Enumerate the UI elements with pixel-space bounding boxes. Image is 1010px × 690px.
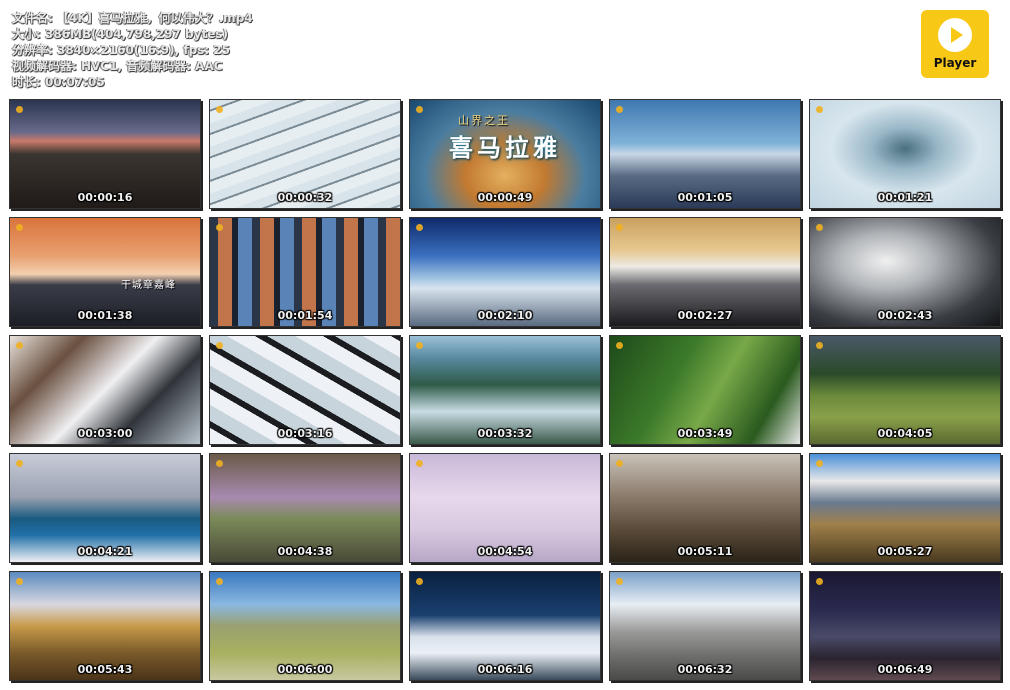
watermark-icon [216, 106, 223, 113]
video-thumbnail[interactable]: 00:02:10 [409, 217, 601, 327]
thumbnail-subtitle: 山界之王 [458, 114, 510, 127]
thumbnail-title: 喜马拉雅 [449, 133, 561, 162]
video-thumbnail[interactable]: 00:01:05 [609, 99, 801, 209]
watermark-icon [616, 106, 623, 113]
filename-text: 文件名: 【4K】喜马拉雅，何以伟大？.mp4 [12, 11, 253, 25]
timestamp-label: 00:00:32 [277, 191, 333, 204]
watermark-icon [616, 224, 623, 231]
watermark-icon [616, 460, 623, 467]
video-thumbnail[interactable]: 00:05:43 [9, 571, 201, 681]
watermark-icon [16, 460, 23, 467]
timestamp-label: 00:03:00 [77, 427, 133, 440]
watermark-icon [16, 578, 23, 585]
video-thumbnail[interactable]: 00:04:54 [409, 453, 601, 563]
video-thumbnail[interactable]: 00:03:16 [209, 335, 401, 445]
timestamp-label: 00:03:32 [477, 427, 533, 440]
video-thumbnail[interactable]: 00:02:43 [809, 217, 1001, 327]
timestamp-label: 00:06:16 [477, 663, 533, 676]
timestamp-label: 00:02:43 [877, 309, 933, 322]
timestamp-label: 00:01:38 [77, 309, 133, 322]
timestamp-label: 00:00:16 [77, 191, 133, 204]
video-thumbnail[interactable]: 00:06:00 [209, 571, 401, 681]
video-thumbnail[interactable]: 00:05:11 [609, 453, 801, 563]
video-thumbnail[interactable]: 00:04:38 [209, 453, 401, 563]
watermark-icon [16, 224, 23, 231]
timestamp-label: 00:04:05 [877, 427, 933, 440]
timestamp-label: 00:02:10 [477, 309, 533, 322]
thumbnail-caption: 干城章嘉峰 [121, 280, 176, 291]
video-thumbnail[interactable]: 00:04:05 [809, 335, 1001, 445]
watermark-icon [416, 578, 423, 585]
watermark-icon [816, 578, 823, 585]
watermark-icon [216, 578, 223, 585]
watermark-icon [816, 342, 823, 349]
video-thumbnail[interactable]: 山界之王喜马拉雅 00:00:49 [409, 99, 601, 209]
watermark-icon [216, 460, 223, 467]
timestamp-label: 00:06:49 [877, 663, 933, 676]
timestamp-label: 00:04:38 [277, 545, 333, 558]
play-icon [938, 18, 972, 52]
watermark-icon [816, 106, 823, 113]
timestamp-label: 00:01:21 [877, 191, 933, 204]
thumbnail-grid: 00:00:16 00:00:32 山界之王喜马拉雅 00:00:49 00:01:05… [9, 99, 1001, 681]
watermark-icon [616, 578, 623, 585]
filesize-text: 大小: 386MB(404,798,297 bytes) [12, 27, 228, 41]
video-thumbnail[interactable]: 00:00:16 [9, 99, 201, 209]
watermark-icon [416, 342, 423, 349]
video-thumbnail[interactable]: 00:06:32 [609, 571, 801, 681]
video-thumbnail[interactable]: 00:03:00 [9, 335, 201, 445]
video-thumbnail[interactable]: 00:01:21 [809, 99, 1001, 209]
video-thumbnail[interactable]: 00:01:54 [209, 217, 401, 327]
timestamp-label: 00:04:54 [477, 545, 533, 558]
video-thumbnail[interactable]: 00:05:27 [809, 453, 1001, 563]
timestamp-label: 00:04:21 [77, 545, 133, 558]
video-thumbnail[interactable]: 00:00:32 [209, 99, 401, 209]
watermark-icon [416, 106, 423, 113]
watermark-icon [816, 224, 823, 231]
timestamp-label: 00:05:43 [77, 663, 133, 676]
watermark-icon [16, 106, 23, 113]
timestamp-label: 00:06:32 [677, 663, 733, 676]
file-info-panel: 文件名: 【4K】喜马拉雅，何以伟大？.mp4 大小: 386MB(404,79… [12, 10, 253, 90]
timestamp-label: 00:05:27 [877, 545, 933, 558]
watermark-icon [216, 342, 223, 349]
video-thumbnail[interactable]: 00:06:16 [409, 571, 601, 681]
watermark-icon [616, 342, 623, 349]
video-thumbnail[interactable]: 00:03:49 [609, 335, 801, 445]
timestamp-label: 00:05:11 [677, 545, 733, 558]
video-thumbnail[interactable]: 00:06:49 [809, 571, 1001, 681]
player-logo: Player [921, 10, 989, 78]
video-thumbnail[interactable]: 干城章嘉峰 00:01:38 [9, 217, 201, 327]
timestamp-label: 00:03:16 [277, 427, 333, 440]
watermark-icon [416, 224, 423, 231]
timestamp-label: 00:02:27 [677, 309, 733, 322]
logo-label: Player [933, 56, 977, 70]
timestamp-label: 00:06:00 [277, 663, 333, 676]
timestamp-label: 00:00:49 [477, 191, 533, 204]
timestamp-label: 00:01:05 [677, 191, 733, 204]
video-thumbnail[interactable]: 00:03:32 [409, 335, 601, 445]
resolution-text: 分辨率: 3840×2160(16:9), fps: 25 [12, 43, 231, 57]
watermark-icon [216, 224, 223, 231]
watermark-icon [16, 342, 23, 349]
watermark-icon [416, 460, 423, 467]
video-thumbnail[interactable]: 00:04:21 [9, 453, 201, 563]
timestamp-label: 00:01:54 [277, 309, 333, 322]
duration-text: 时长: 00:07:05 [12, 75, 105, 89]
codecs-text: 视频解码器: HVC1, 音频解码器: AAC [12, 59, 223, 73]
video-thumbnail[interactable]: 00:02:27 [609, 217, 801, 327]
timestamp-label: 00:03:49 [677, 427, 733, 440]
watermark-icon [816, 460, 823, 467]
